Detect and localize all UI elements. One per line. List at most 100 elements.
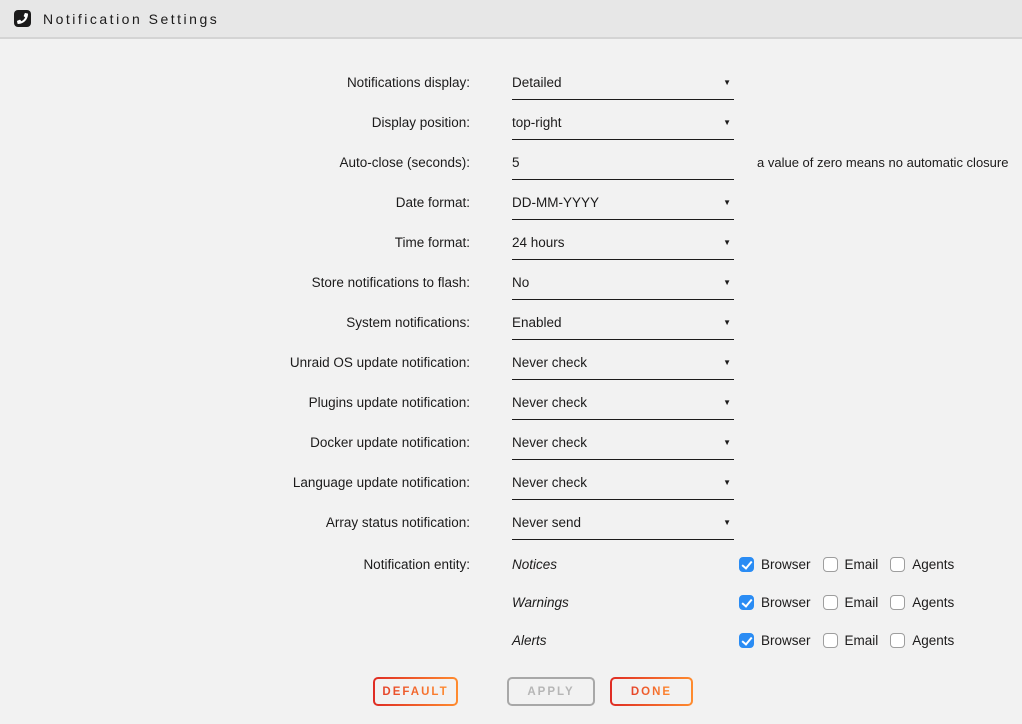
page-title: Notification Settings	[43, 11, 219, 27]
checkbox-icon[interactable]	[823, 557, 838, 572]
alerts-browser-checkbox[interactable]: Browser	[739, 633, 811, 648]
notices-browser-checkbox[interactable]: Browser	[739, 557, 811, 572]
os-update-label: Unraid OS update notification:	[0, 345, 470, 385]
store-notifications-select[interactable]: No ▼	[512, 265, 734, 300]
date-format-select[interactable]: DD-MM-YYYY ▼	[512, 185, 734, 220]
checkbox-icon[interactable]	[739, 633, 754, 648]
select-value: Never send	[512, 515, 581, 530]
entity-name-alerts: Alerts	[512, 633, 739, 648]
form-row: Display position: top-right ▼	[0, 105, 1022, 145]
alerts-email-checkbox[interactable]: Email	[823, 633, 879, 648]
checkbox-icon[interactable]	[823, 595, 838, 610]
time-format-label: Time format:	[0, 225, 470, 265]
form-row: Plugins update notification: Never check…	[0, 385, 1022, 425]
notification-entity-label: Notification entity:	[0, 557, 470, 572]
select-value: No	[512, 275, 529, 290]
array-status-select[interactable]: Never send ▼	[512, 505, 734, 540]
chevron-down-icon: ▼	[723, 198, 731, 207]
form-row: Store notifications to flash: No ▼	[0, 265, 1022, 305]
entity-row-alerts: Alerts Browser Email Agents	[0, 621, 1022, 659]
chevron-down-icon: ▼	[723, 438, 731, 447]
docker-update-select[interactable]: Never check ▼	[512, 425, 734, 460]
checkbox-label: Agents	[912, 595, 954, 610]
form-row: Array status notification: Never send ▼	[0, 505, 1022, 545]
notification-settings-form: Notifications display: Detailed ▼ Displa…	[0, 39, 1022, 706]
warnings-browser-checkbox[interactable]: Browser	[739, 595, 811, 610]
default-button-label: DEFAULT	[382, 686, 448, 698]
array-status-label: Array status notification:	[0, 505, 470, 545]
done-button[interactable]: DONE	[610, 677, 693, 706]
auto-close-input[interactable]	[512, 145, 734, 180]
default-button[interactable]: DEFAULT	[373, 677, 458, 706]
checkbox-icon[interactable]	[890, 595, 905, 610]
checkbox-label: Browser	[761, 557, 811, 572]
checkbox-label: Email	[845, 633, 879, 648]
notices-agents-checkbox[interactable]: Agents	[890, 557, 954, 572]
entity-row-warnings: Warnings Browser Email Agents	[0, 583, 1022, 621]
select-value: Never check	[512, 395, 587, 410]
system-notifications-select[interactable]: Enabled ▼	[512, 305, 734, 340]
select-value: DD-MM-YYYY	[512, 195, 599, 210]
checkbox-icon[interactable]	[890, 633, 905, 648]
apply-button-label: APPLY	[527, 686, 574, 698]
select-value: 24 hours	[512, 235, 565, 250]
select-value: Enabled	[512, 315, 562, 330]
notifications-display-select[interactable]: Detailed ▼	[512, 65, 734, 100]
form-row: Auto-close (seconds): a value of zero me…	[0, 145, 1022, 185]
chevron-down-icon: ▼	[723, 318, 731, 327]
form-row: Docker update notification: Never check …	[0, 425, 1022, 465]
os-update-select[interactable]: Never check ▼	[512, 345, 734, 380]
display-position-label: Display position:	[0, 105, 470, 145]
checkbox-icon[interactable]	[739, 557, 754, 572]
chevron-down-icon: ▼	[723, 478, 731, 487]
select-value: Detailed	[512, 75, 562, 90]
alerts-agents-checkbox[interactable]: Agents	[890, 633, 954, 648]
warnings-email-checkbox[interactable]: Email	[823, 595, 879, 610]
title-bar: Notification Settings	[0, 0, 1022, 39]
chevron-down-icon: ▼	[723, 518, 731, 527]
plugins-update-select[interactable]: Never check ▼	[512, 385, 734, 420]
chevron-down-icon: ▼	[723, 78, 731, 87]
time-format-select[interactable]: 24 hours ▼	[512, 225, 734, 260]
warnings-agents-checkbox[interactable]: Agents	[890, 595, 954, 610]
form-row: Date format: DD-MM-YYYY ▼	[0, 185, 1022, 225]
done-button-label: DONE	[631, 686, 672, 698]
date-format-label: Date format:	[0, 185, 470, 225]
entity-name-warnings: Warnings	[512, 595, 739, 610]
notifications-icon	[14, 10, 31, 27]
chevron-down-icon: ▼	[723, 398, 731, 407]
chevron-down-icon: ▼	[723, 358, 731, 367]
form-row: System notifications: Enabled ▼	[0, 305, 1022, 345]
checkbox-label: Email	[845, 595, 879, 610]
language-update-label: Language update notification:	[0, 465, 470, 505]
chevron-down-icon: ▼	[723, 278, 731, 287]
select-value: Never check	[512, 435, 587, 450]
auto-close-label: Auto-close (seconds):	[0, 145, 470, 185]
chevron-down-icon: ▼	[723, 238, 731, 247]
checkbox-label: Browser	[761, 633, 811, 648]
checkbox-label: Agents	[912, 557, 954, 572]
apply-button[interactable]: APPLY	[507, 677, 595, 706]
form-row: Time format: 24 hours ▼	[0, 225, 1022, 265]
checkbox-icon[interactable]	[739, 595, 754, 610]
form-row: Notifications display: Detailed ▼	[0, 65, 1022, 105]
select-value: top-right	[512, 115, 562, 130]
language-update-select[interactable]: Never check ▼	[512, 465, 734, 500]
checkbox-icon[interactable]	[890, 557, 905, 572]
notices-email-checkbox[interactable]: Email	[823, 557, 879, 572]
select-value: Never check	[512, 355, 587, 370]
auto-close-note: a value of zero means no automatic closu…	[757, 145, 1008, 185]
checkbox-icon[interactable]	[823, 633, 838, 648]
checkbox-label: Browser	[761, 595, 811, 610]
system-notifications-label: System notifications:	[0, 305, 470, 345]
form-row: Unraid OS update notification: Never che…	[0, 345, 1022, 385]
store-notifications-label: Store notifications to flash:	[0, 265, 470, 305]
plugins-update-label: Plugins update notification:	[0, 385, 470, 425]
button-bar: DEFAULT APPLY DONE	[0, 677, 1022, 706]
docker-update-label: Docker update notification:	[0, 425, 470, 465]
display-position-select[interactable]: top-right ▼	[512, 105, 734, 140]
select-value: Never check	[512, 475, 587, 490]
chevron-down-icon: ▼	[723, 118, 731, 127]
entity-name-notices: Notices	[512, 557, 739, 572]
checkbox-label: Agents	[912, 633, 954, 648]
